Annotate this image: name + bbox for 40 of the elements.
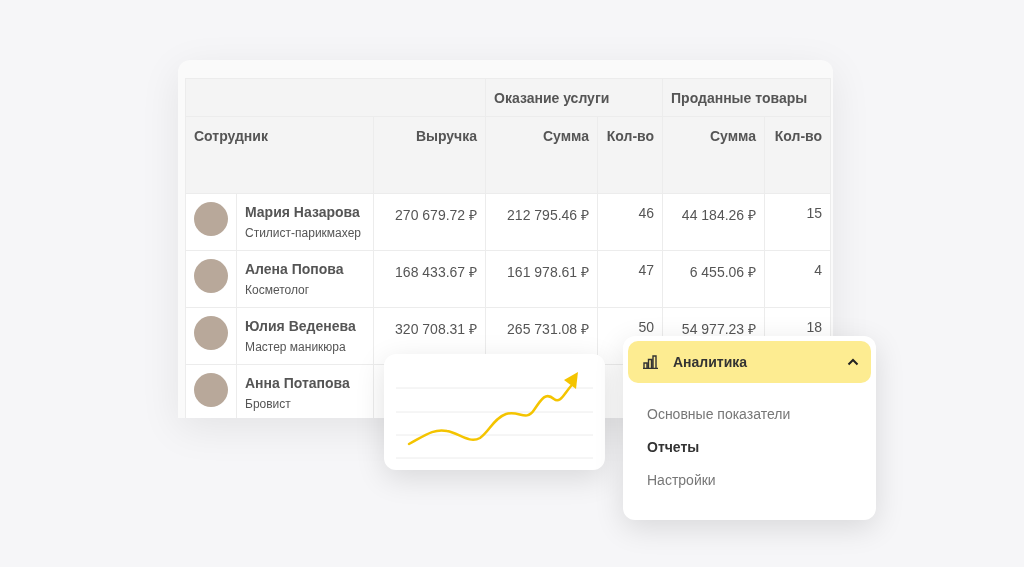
avatar <box>194 373 228 407</box>
table-cell: 18 <box>806 319 823 335</box>
employee-role: Мастер маникюра <box>245 340 347 354</box>
table-cell: 50 <box>638 319 655 335</box>
table-cell: 161 978.61 ₽ <box>507 264 590 280</box>
avatar <box>194 202 228 236</box>
column-header: Сумма <box>543 128 590 144</box>
table-cell: 44 184.26 ₽ <box>681 207 757 223</box>
avatar <box>194 316 228 350</box>
column-header: Сотрудник <box>194 128 268 144</box>
menu-item[interactable]: Настройки <box>647 471 716 490</box>
bar-chart-icon <box>642 355 659 369</box>
table-cell: 270 679.72 ₽ <box>395 207 478 223</box>
employee-name: Алена Попова <box>245 261 345 277</box>
table-cell: 15 <box>806 205 823 221</box>
analytics-menu-header[interactable]: Аналитика <box>628 341 871 383</box>
table-cell: 320 708.31 ₽ <box>395 321 478 337</box>
employee-role: Бровист <box>245 397 292 411</box>
table-cell: 4 <box>814 262 823 278</box>
employee-role: Стилист-парикмахер <box>245 226 362 240</box>
employee-name: Мария Назарова <box>245 204 361 220</box>
avatar <box>194 259 228 293</box>
employee-name: Анна Потапова <box>245 375 351 391</box>
table-cell: 265 731.08 ₽ <box>507 321 590 337</box>
employee-name: Юлия Веденева <box>245 318 357 334</box>
table-cell: 54 977.23 ₽ <box>681 321 757 337</box>
employee-role: Косметолог <box>245 283 311 297</box>
column-header: Кол-во <box>606 128 655 144</box>
table-cell: 47 <box>638 262 655 278</box>
column-header: Выручка <box>415 128 478 144</box>
menu-item[interactable]: Отчеты <box>647 438 700 457</box>
column-group-header: Оказание услуги <box>494 89 610 106</box>
table-cell: 46 <box>638 205 655 221</box>
menu-item[interactable]: Основные показатели <box>647 405 791 424</box>
table-cell: 212 795.46 ₽ <box>507 207 590 223</box>
column-header: Кол-во <box>774 128 823 144</box>
table-cell: 6 455.06 ₽ <box>689 264 757 280</box>
column-group-header: Проданные товары <box>671 89 808 106</box>
table-cell: 168 433.67 ₽ <box>395 264 478 280</box>
column-header: Сумма <box>710 128 757 144</box>
